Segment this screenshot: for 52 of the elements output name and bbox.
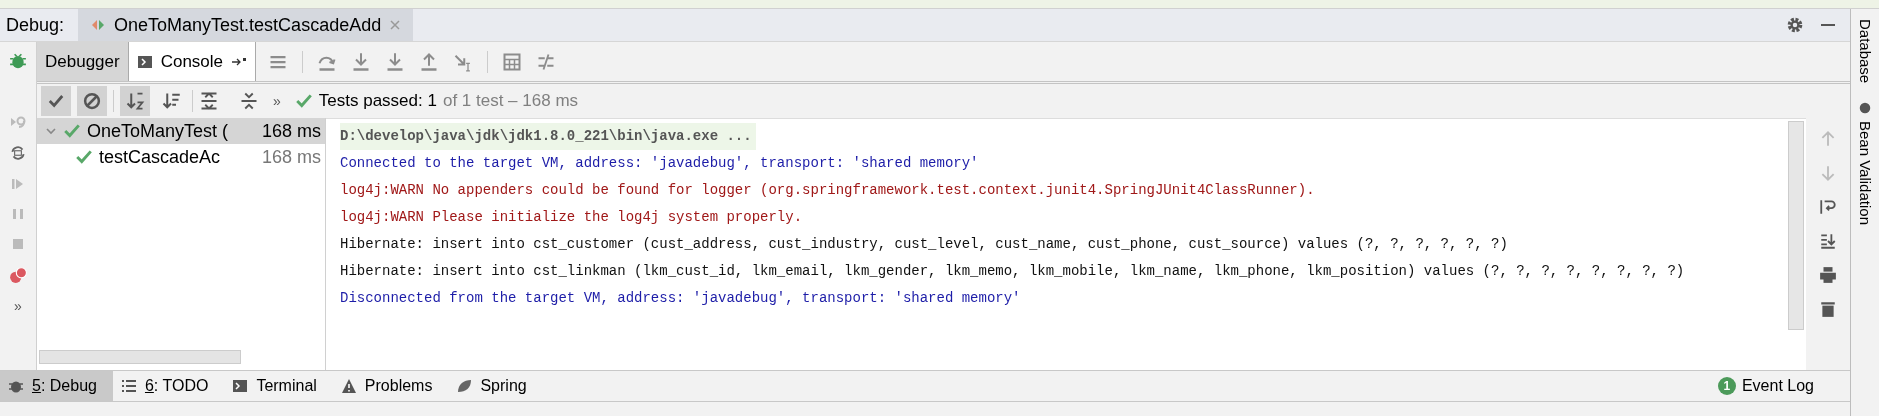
terminal-icon[interactable] [232, 378, 249, 394]
bug-icon[interactable] [9, 52, 27, 70]
check-icon [294, 92, 313, 110]
console-line: Disconnected from the target VM, address: 'javadebug', transport: 'shared memory' [340, 289, 1022, 308]
console-line: log4j:WARN No appenders could be found for logger (org.springframework.test.context.junit4.SpringJUnit4ClassRunner). [340, 181, 1316, 200]
warning-icon[interactable] [340, 378, 357, 394]
collapse-all-icon[interactable] [239, 91, 259, 111]
panel-tab[interactable]: Debugger [37, 42, 129, 81]
tool-window-button[interactable]: Terminal [224, 371, 333, 401]
sidebar-tab[interactable]: Database [1856, 19, 1874, 84]
console-line: Hibernate: insert into cst_customer (cust_address, cust_industry, cust_level, cust_name, cust_phone, cust_source) values (?, ?, ?, ?, ?, ?) [340, 235, 1509, 254]
tool-window-button[interactable]: 6: TODO [112, 371, 225, 401]
print-icon[interactable] [1819, 266, 1837, 284]
scrollbar[interactable] [39, 350, 241, 364]
test-tree-item[interactable]: testCascadeAc 168 ms [37, 144, 325, 170]
sidebar-tab[interactable]: Bean Validation [1856, 101, 1874, 226]
trace-icon[interactable] [536, 51, 557, 72]
arrow-down-icon[interactable] [351, 51, 372, 72]
pin-icon [231, 56, 248, 67]
scroll-end-icon[interactable] [1819, 232, 1837, 250]
tests-result: Tests passed: 1 [318, 91, 437, 111]
leaf-icon[interactable] [456, 378, 473, 394]
check-icon [75, 148, 93, 166]
scrollbar[interactable] [1788, 121, 1804, 330]
expand-all-icon[interactable] [199, 91, 219, 111]
settings-icon[interactable] [1786, 16, 1804, 34]
more-button[interactable]: » [265, 93, 289, 109]
run-tab[interactable]: OneToManyTest.testCascadeAdd [78, 9, 414, 41]
list-icon[interactable] [120, 378, 137, 394]
more-button[interactable]: » [14, 298, 22, 314]
diamond-icon [90, 17, 107, 33]
breakpoints-icon[interactable] [9, 266, 27, 284]
console-icon [136, 53, 153, 70]
test-tree-item[interactable]: OneToManyTest ( 168 ms [37, 118, 325, 144]
close-icon [389, 19, 402, 31]
console-line: Hibernate: insert into cst_linkman (lkm_cust_id, lkm_email, lkm_gender, lkm_memo, lkm_mobile, lkm_name, lkm_phone, lkm_position) values (?, ?, ?, ?, ?, ?, ?, ?) [340, 262, 1686, 281]
debug-label: Debug: [5, 14, 66, 36]
console-line: log4j:WARN Please initialize the log4j system properly. [340, 208, 804, 227]
arrow-down-icon[interactable] [385, 51, 406, 72]
wrap-icon[interactable] [1819, 198, 1837, 216]
tool-window-button[interactable]: Spring [448, 371, 543, 401]
panel-tab[interactable]: Console [128, 42, 257, 81]
check-icon [63, 122, 81, 140]
console-line: Connected to the target VM, address: 'javadebug', transport: 'shared memory' [340, 154, 980, 173]
trash-icon[interactable] [1819, 300, 1837, 318]
event-log-button[interactable]: 1 Event Log [1711, 376, 1850, 396]
tool-window-button[interactable]: 5: Debug [0, 371, 113, 401]
arrow-up-icon[interactable] [419, 51, 440, 72]
refresh-icon[interactable] [9, 144, 27, 162]
tests-detail: of 1 test – 168 ms [442, 91, 579, 111]
calculator-icon[interactable] [502, 51, 523, 72]
tool-window-button[interactable]: Problems [332, 371, 449, 401]
